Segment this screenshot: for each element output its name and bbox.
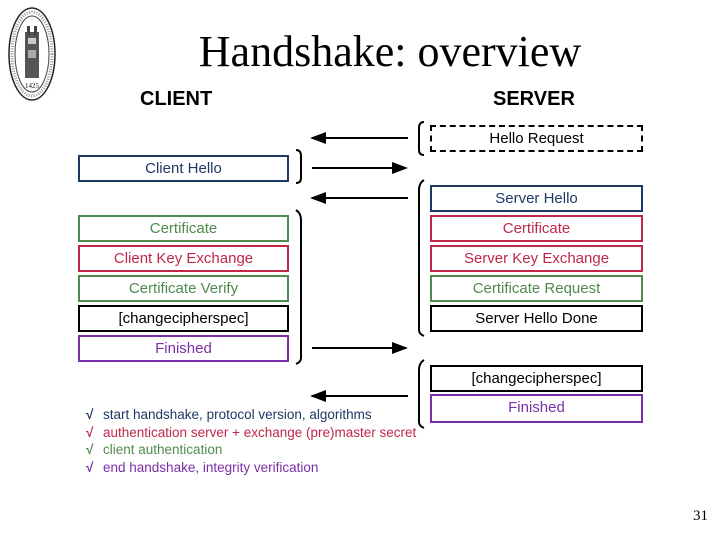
legend-item: √ client authentication [86, 442, 223, 457]
legend: √ start handshake, protocol version, algo… [86, 406, 416, 476]
bracket-client-hello [295, 149, 302, 184]
checkmark-icon: √ [86, 424, 94, 440]
page-number: 31 [693, 508, 708, 524]
checkmark-icon: √ [86, 407, 94, 422]
legend-item: √ end handshake, integrity verification [86, 459, 319, 475]
bracket-client-group [295, 209, 302, 365]
legend-item: √ start handshake, protocol version, algo… [86, 407, 372, 422]
legend-item: √ authentication server + exchange (pre)m… [86, 424, 417, 440]
bracket-hello-request [418, 121, 425, 156]
bracket-server-hello-group [418, 179, 425, 337]
checkmark-icon: √ [86, 459, 94, 475]
bracket-server-finish-group [418, 359, 425, 429]
checkmark-icon: √ [86, 442, 94, 457]
